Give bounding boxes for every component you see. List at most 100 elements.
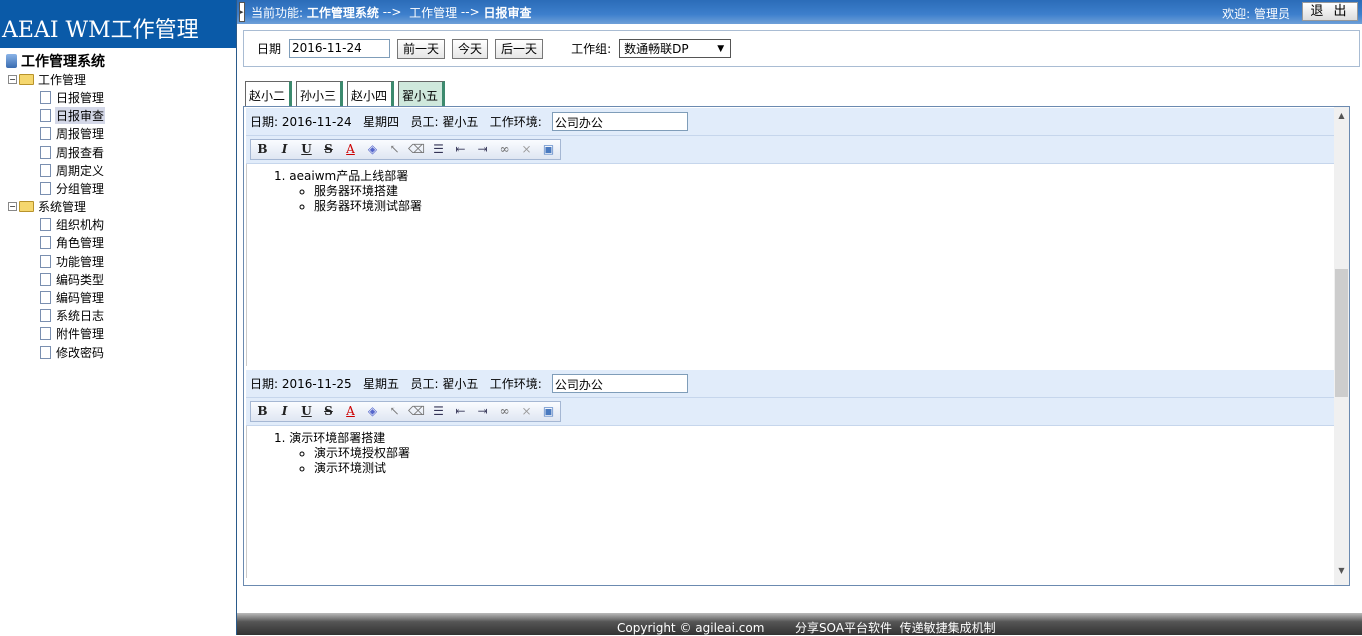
report-meta: 日期: 2016-11-25 星期五 员工: 翟小五 工作环境: [250,377,542,391]
tree-item[interactable]: 分组管理 [0,179,236,197]
tree-item[interactable]: 编码管理 [0,288,236,306]
underline-button[interactable]: U [297,141,316,158]
scrollbar[interactable]: ▲ ▼ [1334,107,1349,585]
source-icon[interactable]: ▣ [539,403,558,420]
date-input[interactable]: 2016-11-24 [289,39,391,58]
employee-tab[interactable]: 孙小三 [296,81,344,106]
app-logo: AEAI WM工作管理 [0,0,236,48]
italic-button[interactable]: I [275,403,294,420]
employee-tab[interactable]: 翟小五 [398,81,446,106]
link-icon[interactable]: ∞ [495,403,514,420]
report-editor[interactable]: 演示环境部署搭建 演示环境授权部署演示环境测试 [246,426,1335,578]
folder-icon [19,201,34,213]
next-day-button[interactable]: 后一天 [495,38,544,59]
computer-icon [6,54,17,69]
tree-item[interactable]: 编码类型 [0,270,236,288]
bold-button[interactable]: B [253,403,272,420]
indent-icon[interactable]: ⇥ [473,403,492,420]
font-color-button[interactable]: A [341,403,360,420]
report-item: 演示环境部署搭建 演示环境授权部署演示环境测试 [274,431,1335,476]
eraser-icon[interactable]: ⌫ [407,403,426,420]
outdent-icon[interactable]: ⇤ [451,141,470,158]
tree-item-label: 附件管理 [56,327,105,342]
prev-day-button[interactable]: 前一天 [397,38,446,59]
tree-item[interactable]: 日报审查 [0,107,236,125]
eraser-icon[interactable]: ⌫ [407,141,426,158]
tree-item[interactable]: 日报管理 [0,88,236,106]
tree-item-label: 周报管理 [56,127,105,142]
page-icon [40,145,51,159]
tree-item[interactable]: 周报管理 [0,125,236,143]
select-icon[interactable]: ↖ [385,403,404,420]
unlink-icon[interactable]: ⨯ [517,403,536,420]
work-env-input[interactable]: 公司办公 [551,112,688,131]
strikethrough-button[interactable]: S [319,141,338,158]
tree-group-label: 系统管理 [38,200,87,215]
indent-icon[interactable]: ⇥ [473,141,492,158]
report-editor[interactable]: aeaiwm产品上线部署 服务器环境搭建服务器环境测试部署 [246,164,1335,366]
list-icon[interactable]: ☰ [429,403,448,420]
link-icon[interactable]: ∞ [495,141,514,158]
scroll-down-icon[interactable]: ▼ [1334,566,1349,575]
employee-tab[interactable]: 赵小二 [245,81,293,106]
font-color-button[interactable]: A [341,141,360,158]
unlink-icon[interactable]: ⨯ [517,141,536,158]
tree-item-label: 组织机构 [56,218,105,233]
outdent-icon[interactable]: ⇤ [451,403,470,420]
tree-item-label: 周期定义 [56,163,105,178]
breadcrumb-current: 日报审查 [483,5,532,20]
report-header: 日期: 2016-11-25 星期五 员工: 翟小五 工作环境: 公司办公 [246,370,1335,397]
breadcrumb-separator: --> [382,5,402,19]
scroll-up-icon[interactable]: ▲ [1334,111,1349,120]
today-button[interactable]: 今天 [452,38,489,59]
tree-item-label: 编码类型 [56,272,105,287]
tree-item[interactable]: 周期定义 [0,161,236,179]
italic-button[interactable]: I [275,141,294,158]
tree-item-label: 角色管理 [56,236,105,251]
tree-item[interactable]: 功能管理 [0,252,236,270]
logout-button[interactable]: 退 出 [1302,2,1358,21]
report-subitem: 服务器环境测试部署 [314,199,1335,214]
copyright-text: Copyright © agileai.com [617,621,765,635]
select-icon[interactable]: ↖ [385,141,404,158]
bold-button[interactable]: B [253,141,272,158]
tree-group-label: 工作管理 [38,72,87,87]
footer: Copyright © agileai.com 分享SOA平台软件 传递敏捷集成… [237,613,1362,635]
tree-item[interactable]: 修改密码 [0,343,236,361]
tree-item[interactable]: 角色管理 [0,234,236,252]
date-label: 日期 [257,42,282,56]
tree-item[interactable]: 附件管理 [0,325,236,343]
page-icon [40,218,51,232]
tree-item[interactable]: 周报查看 [0,143,236,161]
strikethrough-button[interactable]: S [319,403,338,420]
work-env-input[interactable]: 公司办公 [551,374,688,393]
report-item: aeaiwm产品上线部署 服务器环境搭建服务器环境测试部署 [274,169,1335,214]
collapse-icon[interactable]: − [8,74,17,84]
tree-item-label: 日报管理 [56,90,105,105]
scrollbar-thumb[interactable] [1335,269,1348,397]
top-bar: ▸ 当前功能: 工作管理系统 --> 工作管理 --> 日报审查 欢迎: 管理员… [237,0,1362,24]
employee-tab[interactable]: 赵小四 [347,81,395,106]
page-icon [40,345,51,359]
list-icon[interactable]: ☰ [429,141,448,158]
employee-tabs: 赵小二 孙小三 赵小四 翟小五 [243,81,446,107]
group-label: 工作组: [571,42,612,56]
collapse-icon[interactable]: − [8,202,17,212]
highlight-color-icon[interactable]: ◈ [363,141,382,158]
group-select-value: 数通畅联DP [624,42,689,56]
tree-group[interactable]: − 工作管理 [0,70,236,88]
underline-button[interactable]: U [297,403,316,420]
highlight-color-icon[interactable]: ◈ [363,403,382,420]
page-icon [40,291,51,305]
report-subitem: 服务器环境搭建 [314,184,1335,199]
group-select[interactable]: 数通畅联DP ▼ [619,39,732,58]
tree-root[interactable]: 工作管理系统 [0,52,236,70]
source-icon[interactable]: ▣ [539,141,558,158]
report-item-text: aeaiwm产品上线部署 [289,169,409,183]
tree-item-label: 分组管理 [56,181,105,196]
collapse-sidebar-toggle[interactable]: ▸ [239,2,245,22]
tree-item[interactable]: 组织机构 [0,216,236,234]
editor-toolbar: B I U S A ◈ ↖ ⌫ ☰ ⇤ ⇥ ∞ ⨯ ▣ [246,135,1335,164]
tree-group[interactable]: − 系统管理 [0,198,236,216]
tree-item[interactable]: 系统日志 [0,307,236,325]
